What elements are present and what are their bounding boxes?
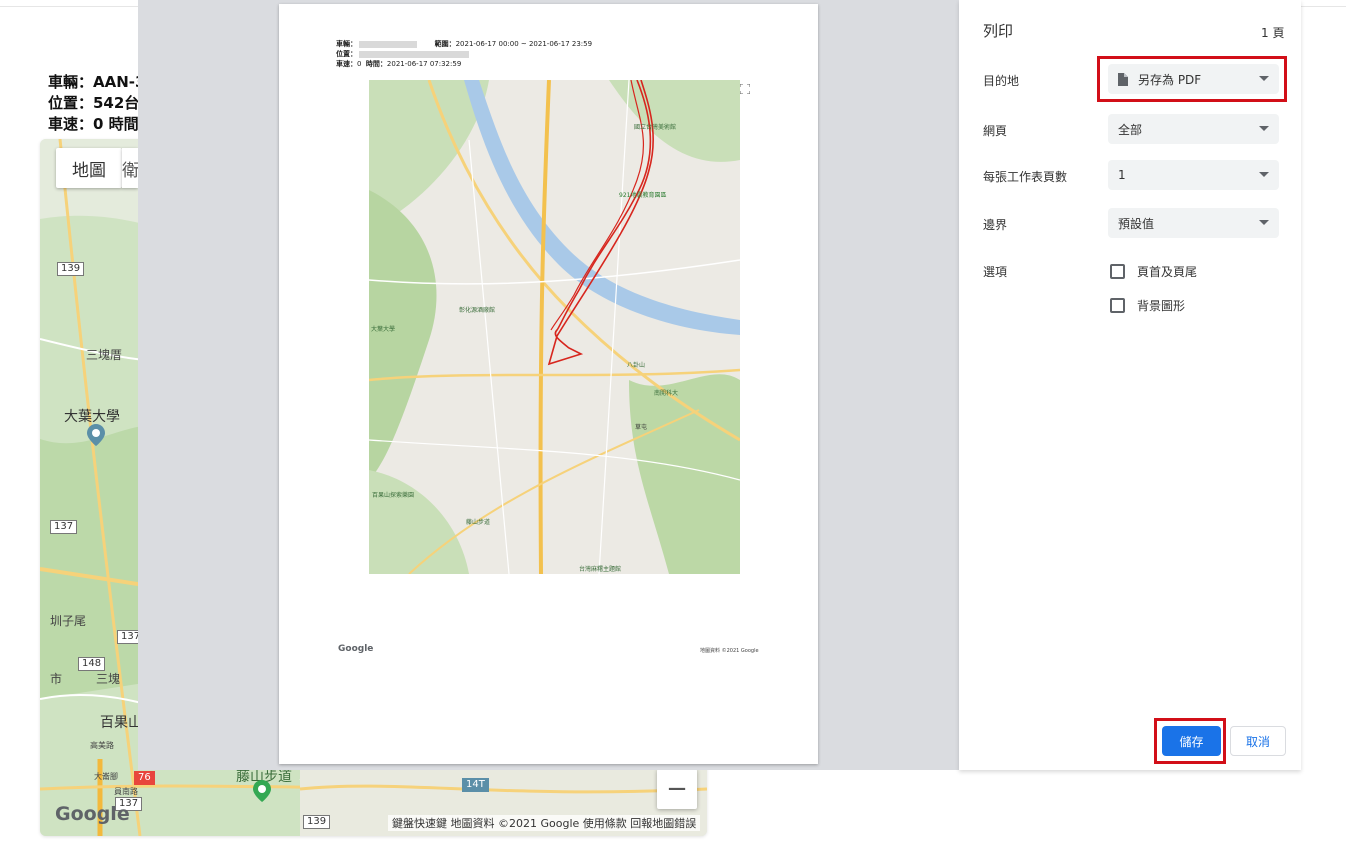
zoom-out-button[interactable]: −: [657, 769, 697, 809]
pages-select[interactable]: 全部: [1108, 114, 1279, 144]
road-number: 139: [57, 262, 85, 276]
range-value: 2021-06-17 00:00 ~ 2021-06-17 23:59: [455, 40, 593, 48]
page-count: 1 頁: [1261, 26, 1285, 40]
position-label: 位置：: [336, 50, 357, 58]
map-type-map-button[interactable]: 地圖: [56, 148, 122, 188]
pages-label: 網頁: [983, 124, 1008, 138]
preview-map-label: 彰化源酒廠館: [459, 307, 496, 314]
map-label: 大崙腳: [94, 772, 118, 781]
time-label: 時間：: [365, 60, 387, 68]
preview-map-label: 草屯: [635, 424, 648, 431]
road-number: 14T: [462, 778, 489, 792]
background-graphics-option[interactable]: 背景圖形: [1110, 297, 1185, 314]
preview-map-credit: 地圖資料 ©2021 Google: [700, 648, 759, 654]
preview-map-label: 台灣麻糬主題館: [579, 566, 622, 573]
preview-header: 車輛： 範圍：2021-06-17 00:00 ~ 2021-06-17 23:…: [336, 39, 592, 69]
map-label: 市: [50, 672, 63, 686]
preview-map-label: 921地震教育園區: [619, 192, 667, 199]
margins-select[interactable]: 預設值: [1108, 208, 1279, 238]
pages-per-sheet-label: 每張工作表頁數: [983, 170, 1068, 184]
headers-footers-label: 頁首及頁尾: [1137, 265, 1198, 279]
vehicle-info: 車輛：AAN-3 位置：542台灣 車速：0 時間: [48, 72, 140, 135]
chevron-down-icon: [1259, 220, 1269, 225]
destination-label: 目的地: [983, 74, 1020, 88]
headers-footers-option[interactable]: 頁首及頁尾: [1110, 263, 1197, 280]
map-footer-links[interactable]: 鍵盤快速鍵 地圖資料 ©2021 Google 使用條款 回報地圖錯誤: [388, 815, 701, 831]
university-pin-icon: [87, 424, 105, 446]
hiking-pin-icon: [253, 780, 271, 802]
print-title: 列印: [983, 22, 1014, 40]
preview-map-label: 大葉大學: [371, 326, 396, 333]
cancel-button[interactable]: 取消: [1230, 726, 1286, 756]
chevron-down-icon: [1259, 126, 1269, 131]
pages-per-sheet-value: 1: [1118, 168, 1126, 182]
road-number: 137: [50, 520, 78, 534]
map-label: 三塊: [96, 672, 121, 686]
preview-map-label: 藤山步道: [466, 519, 491, 526]
headers-footers-checkbox[interactable]: [1110, 264, 1125, 279]
preview-map: 921地震教育園區 國立台灣美術館 大葉大學 彰化源酒廠館 八卦山 南開科大 草…: [369, 80, 740, 574]
map-label: 員南路: [114, 787, 138, 796]
preview-map-label: 國立台灣美術館: [634, 124, 677, 131]
fullscreen-icon: [740, 84, 750, 94]
map-label: 高美路: [90, 741, 114, 750]
margins-value: 預設值: [1118, 216, 1155, 231]
map-label: 百果山: [100, 715, 142, 731]
position-line: 位置：542台灣: [48, 94, 140, 112]
vehicle-line: 車輛：AAN-3: [48, 73, 140, 91]
pages-per-sheet-select[interactable]: 1: [1108, 160, 1279, 190]
speed-label: 車速：: [336, 60, 357, 68]
preview-google-logo: Google: [338, 644, 374, 654]
road-number: 76: [134, 771, 155, 785]
pages-value: 全部: [1118, 122, 1143, 137]
preview-map-label: 百果山探索樂園: [372, 492, 415, 499]
map-type-satellite-button[interactable]: 衛: [122, 148, 139, 188]
speed-value: 0: [357, 60, 362, 68]
redacted-vehicle: [359, 40, 417, 48]
options-label: 選項: [983, 265, 1008, 279]
google-logo: Google: [55, 803, 130, 825]
range-label: 範圍：: [434, 40, 456, 48]
background-graphics-label: 背景圖形: [1137, 299, 1186, 313]
preview-map-label: 八卦山: [627, 362, 646, 369]
speed-time-line: 車速：0 時間: [48, 115, 139, 133]
map-label: 圳子尾: [50, 614, 87, 628]
map-label: 三塊厝: [86, 348, 123, 362]
map-label-daye-university: 大葉大學: [64, 409, 120, 425]
margins-label: 邊界: [983, 218, 1008, 232]
preview-map-label: 南開科大: [654, 390, 679, 397]
road-number: 148: [78, 657, 106, 671]
vehicle-label: 車輛：: [336, 40, 357, 48]
highlight-destination: [1097, 56, 1287, 102]
road-number: 139: [303, 815, 331, 829]
chevron-down-icon: [1259, 172, 1269, 177]
highlight-save: [1154, 718, 1226, 764]
background-graphics-checkbox[interactable]: [1110, 298, 1125, 313]
redacted-position: [359, 50, 469, 58]
time-value: 2021-06-17 07:32:59: [386, 60, 462, 68]
preview-map-graphic: [369, 80, 740, 574]
